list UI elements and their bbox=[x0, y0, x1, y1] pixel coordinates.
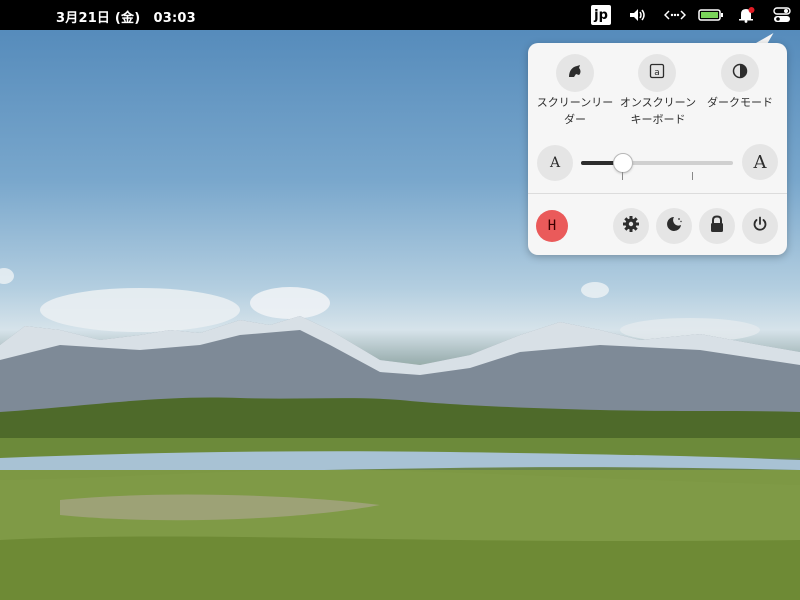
network-wired-icon[interactable] bbox=[664, 5, 686, 25]
system-menu-icon[interactable] bbox=[772, 5, 792, 25]
screen-reader-icon bbox=[566, 62, 584, 84]
notification-bell-icon[interactable] bbox=[736, 5, 756, 25]
on-screen-keyboard-button[interactable]: a bbox=[638, 54, 676, 92]
settings-icon bbox=[622, 215, 640, 237]
text-size-slider[interactable] bbox=[581, 161, 733, 165]
top-bar: 3月21日 (金) 03:03 jp bbox=[0, 0, 800, 30]
slider-tick bbox=[692, 172, 693, 180]
dark-mode-icon bbox=[732, 63, 748, 83]
text-larger-button[interactable]: A bbox=[742, 144, 778, 180]
night-light-button[interactable] bbox=[656, 208, 692, 244]
battery-icon[interactable] bbox=[698, 5, 724, 25]
slider-tick bbox=[622, 172, 623, 180]
power-icon bbox=[752, 216, 768, 236]
text-size-slider-thumb[interactable] bbox=[613, 153, 633, 173]
screen-reader-label: スクリーンリー ダー bbox=[536, 96, 614, 126]
dark-mode-button[interactable] bbox=[721, 54, 759, 92]
keyboard-layout-indicator[interactable]: jp bbox=[591, 5, 611, 25]
dark-mode-label: ダークモード bbox=[707, 96, 773, 109]
settings-button[interactable] bbox=[613, 208, 649, 244]
on-screen-keyboard-label: オンスクリーン キーボード bbox=[619, 96, 697, 126]
text-smaller-button[interactable]: A bbox=[537, 145, 573, 181]
screen-reader-button[interactable] bbox=[556, 54, 594, 92]
lock-icon bbox=[709, 215, 725, 237]
menu-divider bbox=[528, 193, 787, 194]
lock-button[interactable] bbox=[699, 208, 735, 244]
user-avatar[interactable]: H bbox=[536, 210, 568, 242]
night-light-icon bbox=[665, 215, 683, 237]
volume-icon[interactable] bbox=[628, 5, 648, 25]
keyboard-icon: a bbox=[649, 63, 665, 83]
svg-text:a: a bbox=[654, 68, 660, 78]
clock[interactable]: 3月21日 (金) 03:03 bbox=[56, 7, 196, 26]
power-button[interactable] bbox=[742, 208, 778, 244]
